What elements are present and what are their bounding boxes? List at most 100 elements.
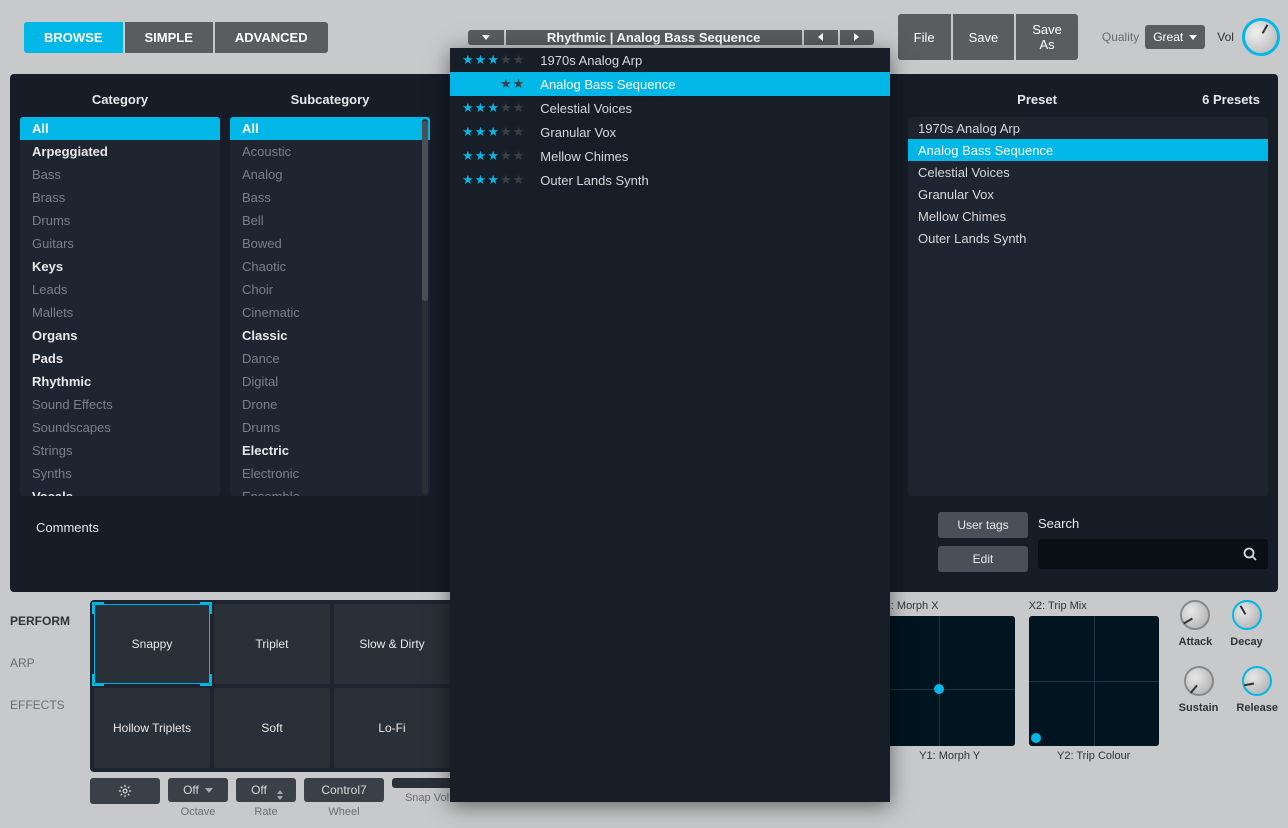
category-item[interactable]: Organs	[20, 324, 220, 347]
rating-stars[interactable]: ★★★★★	[462, 100, 524, 116]
perform-pad[interactable]: Lo-Fi	[334, 688, 450, 768]
dropdown-item[interactable]: ★★★★★Outer Lands Synth	[450, 168, 890, 192]
preset-row[interactable]: ★★★★★Granular Vox	[908, 183, 1268, 205]
category-item[interactable]: All	[20, 117, 220, 140]
quality-select[interactable]: Great	[1145, 25, 1205, 49]
dropdown-item[interactable]: ★★★★★Granular Vox	[450, 120, 890, 144]
rate-label: Rate	[254, 806, 277, 818]
subcategory-item[interactable]: Digital	[230, 370, 430, 393]
preset-name: Outer Lands Synth	[918, 231, 1026, 246]
subcategory-item[interactable]: Electric	[230, 439, 430, 462]
rating-stars[interactable]: ★★★★★	[462, 76, 524, 92]
scrollbar-thumb[interactable]	[422, 121, 428, 301]
save-button[interactable]: Save	[953, 14, 1015, 60]
decay-knob[interactable]	[1232, 600, 1262, 630]
preset-dropdown-toggle[interactable]	[468, 30, 504, 45]
subcategory-header: Subcategory	[230, 82, 430, 117]
category-item[interactable]: Leads	[20, 278, 220, 301]
subcategory-item[interactable]: Choir	[230, 278, 430, 301]
user-tags-button[interactable]: User tags	[938, 512, 1028, 538]
perform-pad[interactable]: Snappy	[94, 604, 210, 684]
category-item[interactable]: Drums	[20, 209, 220, 232]
arp-tab[interactable]: ARP	[0, 642, 90, 684]
category-item[interactable]: Mallets	[20, 301, 220, 324]
preset-title: Rhythmic | Analog Bass Sequence	[506, 30, 802, 45]
perform-pad[interactable]: Soft	[214, 688, 330, 768]
subcategory-item[interactable]: Chaotic	[230, 255, 430, 278]
edit-button[interactable]: Edit	[938, 546, 1028, 572]
tab-browse[interactable]: BROWSE	[24, 22, 123, 53]
xy-pad-2[interactable]	[1029, 616, 1159, 746]
preset-name: Mellow Chimes	[918, 209, 1006, 224]
dropdown-item[interactable]: ★★★★★1970s Analog Arp	[450, 48, 890, 72]
perform-pad[interactable]: Hollow Triplets	[94, 688, 210, 768]
dropdown-item[interactable]: ★★★★★Celestial Voices	[450, 96, 890, 120]
category-item[interactable]: Strings	[20, 439, 220, 462]
subcategory-item[interactable]: Bass	[230, 186, 430, 209]
subcategory-item[interactable]: Analog	[230, 163, 430, 186]
perform-pad[interactable]: Triplet	[214, 604, 330, 684]
xy-dot	[934, 684, 944, 694]
wheel-value: Control7	[321, 783, 366, 797]
preset-next-button[interactable]	[840, 30, 874, 45]
category-item[interactable]: Rhythmic	[20, 370, 220, 393]
vol-knob[interactable]	[1242, 18, 1280, 56]
category-item[interactable]: Synths	[20, 462, 220, 485]
subcategory-item[interactable]: Electronic	[230, 462, 430, 485]
preset-row[interactable]: ★★★★★Mellow Chimes	[908, 205, 1268, 227]
preset-row[interactable]: ★★★★★Celestial Voices	[908, 161, 1268, 183]
sustain-label: Sustain	[1179, 702, 1219, 714]
category-item[interactable]: Bass	[20, 163, 220, 186]
category-item[interactable]: Brass	[20, 186, 220, 209]
effects-tab[interactable]: EFFECTS	[0, 684, 90, 726]
category-item[interactable]: Sound Effects	[20, 393, 220, 416]
category-item[interactable]: Pads	[20, 347, 220, 370]
subcategory-item[interactable]: Drone	[230, 393, 430, 416]
decay-label: Decay	[1230, 636, 1262, 648]
scrollbar[interactable]	[422, 119, 428, 494]
subcategory-item[interactable]: Dance	[230, 347, 430, 370]
perform-tab[interactable]: PERFORM	[0, 600, 90, 642]
tab-simple[interactable]: SIMPLE	[125, 22, 213, 53]
sustain-knob[interactable]	[1184, 666, 1214, 696]
category-item[interactable]: Keys	[20, 255, 220, 278]
settings-button[interactable]	[90, 778, 160, 804]
category-item[interactable]: Vocals	[20, 485, 220, 496]
xy-pad-1[interactable]	[885, 616, 1015, 746]
subcategory-item[interactable]: Ensemble	[230, 485, 430, 496]
wheel-select[interactable]: Control7	[304, 778, 384, 802]
preset-prev-button[interactable]	[804, 30, 838, 45]
rating-stars[interactable]: ★★★★★	[462, 52, 524, 68]
preset-row[interactable]: ★★★★★Analog Bass Sequence	[908, 139, 1268, 161]
dropdown-item[interactable]: ★★★★★Analog Bass Sequence	[450, 72, 890, 96]
search-icon	[1242, 546, 1258, 562]
subcategory-item[interactable]: Classic	[230, 324, 430, 347]
dropdown-item[interactable]: ★★★★★Mellow Chimes	[450, 144, 890, 168]
category-item[interactable]: Arpeggiated	[20, 140, 220, 163]
perform-pad[interactable]: Slow & Dirty	[334, 604, 450, 684]
category-item[interactable]: Guitars	[20, 232, 220, 255]
subcategory-item[interactable]: Bell	[230, 209, 430, 232]
rating-stars[interactable]: ★★★★★	[462, 172, 524, 188]
tab-advanced[interactable]: ADVANCED	[215, 22, 328, 53]
subcategory-item[interactable]: Bowed	[230, 232, 430, 255]
category-item[interactable]: Soundscapes	[20, 416, 220, 439]
preset-row[interactable]: ★★★★★Outer Lands Synth	[908, 227, 1268, 249]
xy2-top-label: X2: Trip Mix	[1029, 600, 1159, 612]
subcategory-item[interactable]: Cinematic	[230, 301, 430, 324]
star-icon: ★	[500, 124, 512, 140]
search-input[interactable]	[1038, 539, 1268, 569]
preset-row[interactable]: ★★★★★1970s Analog Arp	[908, 117, 1268, 139]
attack-knob[interactable]	[1180, 600, 1210, 630]
rate-select[interactable]: Off	[236, 778, 296, 802]
octave-select[interactable]: Off	[168, 778, 228, 802]
saveas-button[interactable]: Save As	[1016, 14, 1078, 60]
subcategory-item[interactable]: Acoustic	[230, 140, 430, 163]
subcategory-item[interactable]: All	[230, 117, 430, 140]
file-button[interactable]: File	[898, 14, 951, 60]
release-knob[interactable]	[1242, 666, 1272, 696]
rating-stars[interactable]: ★★★★★	[462, 148, 524, 164]
rating-stars[interactable]: ★★★★★	[462, 124, 524, 140]
subcategory-item[interactable]: Drums	[230, 416, 430, 439]
star-icon: ★	[487, 172, 499, 188]
